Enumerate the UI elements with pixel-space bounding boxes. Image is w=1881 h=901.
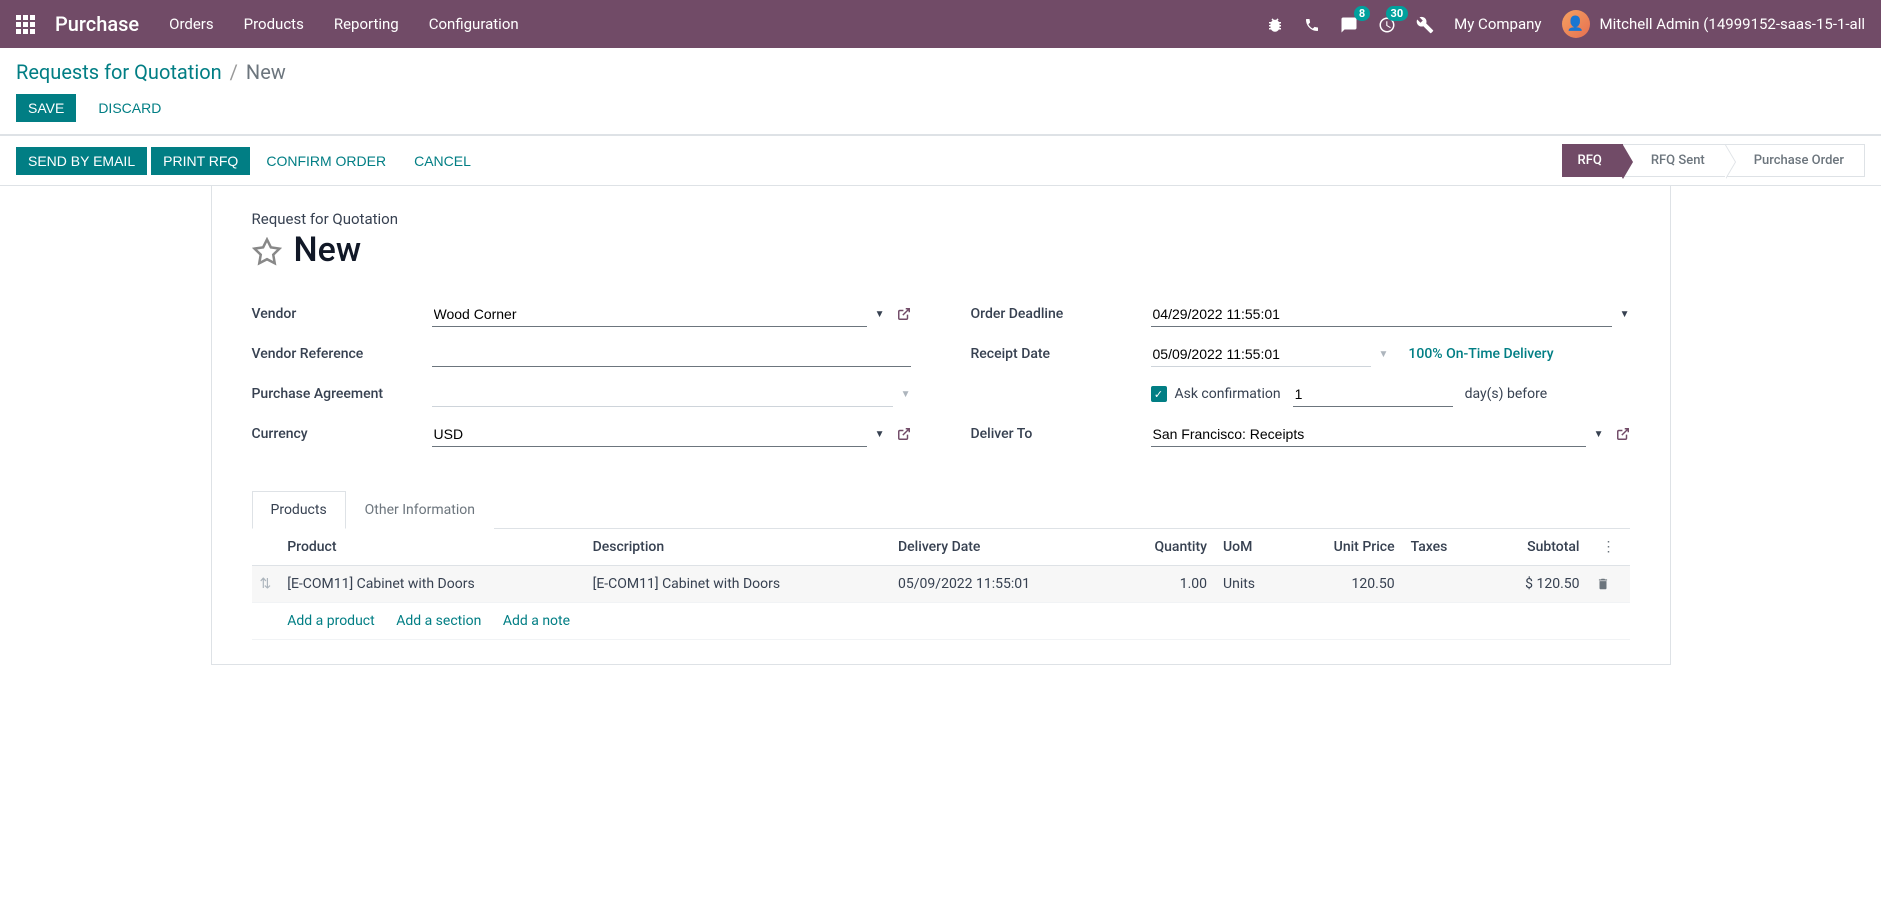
label-vendor: Vendor bbox=[252, 306, 432, 322]
send-by-email-button[interactable]: Send by Email bbox=[16, 147, 147, 175]
messaging-icon[interactable]: 8 bbox=[1340, 14, 1358, 34]
cell-quantity[interactable]: 1.00 bbox=[1112, 566, 1215, 603]
debug-icon[interactable] bbox=[1266, 14, 1284, 34]
cell-taxes[interactable] bbox=[1403, 566, 1482, 603]
chevron-down-icon[interactable]: ▼ bbox=[1379, 349, 1389, 360]
col-uom: UoM bbox=[1215, 529, 1287, 566]
user-menu[interactable]: 👤 Mitchell Admin (14999152-saas-15-1-all bbox=[1562, 10, 1866, 38]
apps-icon[interactable] bbox=[16, 15, 35, 34]
phone-icon[interactable] bbox=[1304, 15, 1320, 34]
status-rfq[interactable]: RFQ bbox=[1562, 144, 1623, 177]
delete-row-icon[interactable] bbox=[1596, 576, 1610, 592]
cell-product[interactable]: [E-COM11] Cabinet with Doors bbox=[279, 566, 584, 603]
chevron-down-icon[interactable]: ▼ bbox=[875, 429, 885, 440]
save-button[interactable]: Save bbox=[16, 94, 76, 122]
label-order-deadline: Order Deadline bbox=[971, 306, 1151, 322]
col-product: Product bbox=[279, 529, 584, 566]
record-title: New bbox=[294, 230, 362, 270]
breadcrumb: Requests for Quotation / New bbox=[16, 60, 1865, 84]
tab-products[interactable]: Products bbox=[252, 491, 346, 529]
chevron-down-icon[interactable]: ▼ bbox=[875, 309, 885, 320]
cell-uom[interactable]: Units bbox=[1215, 566, 1287, 603]
ask-confirmation-checkbox[interactable]: ✓ bbox=[1151, 386, 1167, 402]
label-vendor-ref: Vendor Reference bbox=[252, 346, 432, 362]
nav-configuration[interactable]: Configuration bbox=[429, 15, 519, 33]
status-rfq-sent[interactable]: RFQ Sent bbox=[1623, 144, 1726, 177]
vendor-ref-input[interactable] bbox=[432, 342, 911, 367]
external-link-icon[interactable] bbox=[1616, 426, 1630, 442]
cancel-button[interactable]: Cancel bbox=[402, 147, 483, 175]
nav-reporting[interactable]: Reporting bbox=[334, 15, 399, 33]
app-brand[interactable]: Purchase bbox=[55, 12, 139, 36]
order-deadline-input[interactable] bbox=[1151, 302, 1612, 327]
chevron-down-icon[interactable]: ▼ bbox=[1620, 309, 1630, 320]
company-selector[interactable]: My Company bbox=[1454, 15, 1541, 33]
confirmation-days-input[interactable] bbox=[1293, 382, 1453, 407]
drag-handle-icon[interactable]: ⇅ bbox=[260, 576, 272, 592]
nav-products[interactable]: Products bbox=[244, 15, 304, 33]
breadcrumb-parent[interactable]: Requests for Quotation bbox=[16, 60, 222, 84]
deliver-to-input[interactable] bbox=[1151, 422, 1586, 447]
ask-confirmation-label: Ask confirmation bbox=[1175, 386, 1281, 402]
chevron-down-icon[interactable]: ▼ bbox=[901, 389, 911, 400]
cell-subtotal: $ 120.50 bbox=[1482, 566, 1588, 603]
col-description: Description bbox=[585, 529, 890, 566]
add-section-link[interactable]: Add a section bbox=[396, 613, 481, 629]
cell-description[interactable]: [E-COM11] Cabinet with Doors bbox=[585, 566, 890, 603]
print-rfq-button[interactable]: Print RFQ bbox=[151, 147, 250, 175]
col-delivery-date: Delivery Date bbox=[890, 529, 1112, 566]
activity-icon[interactable]: 30 bbox=[1378, 14, 1396, 34]
breadcrumb-current: New bbox=[246, 60, 286, 84]
external-link-icon[interactable] bbox=[897, 426, 911, 442]
col-taxes: Taxes bbox=[1403, 529, 1482, 566]
priority-star-icon[interactable] bbox=[252, 233, 282, 268]
col-unit-price: Unit Price bbox=[1287, 529, 1402, 566]
vendor-input[interactable] bbox=[432, 302, 867, 327]
table-row[interactable]: ⇅ [E-COM11] Cabinet with Doors [E-COM11]… bbox=[252, 566, 1630, 603]
tab-other-information[interactable]: Other Information bbox=[346, 491, 494, 529]
nav-orders[interactable]: Orders bbox=[169, 15, 214, 33]
messaging-badge: 8 bbox=[1354, 6, 1370, 21]
currency-input[interactable] bbox=[432, 422, 867, 447]
receipt-date-input[interactable] bbox=[1151, 342, 1371, 367]
title-label: Request for Quotation bbox=[252, 210, 1630, 228]
discard-button[interactable]: Discard bbox=[86, 94, 173, 122]
tools-icon[interactable] bbox=[1416, 14, 1434, 34]
chevron-down-icon[interactable]: ▼ bbox=[1594, 429, 1604, 440]
add-product-link[interactable]: Add a product bbox=[287, 613, 374, 629]
days-before-label: day(s) before bbox=[1465, 386, 1548, 402]
add-note-link[interactable]: Add a note bbox=[503, 613, 570, 629]
label-receipt-date: Receipt Date bbox=[971, 346, 1151, 362]
activity-badge: 30 bbox=[1386, 6, 1409, 21]
columns-menu-icon[interactable]: ⋮ bbox=[1596, 539, 1622, 555]
user-name: Mitchell Admin (14999152-saas-15-1-all bbox=[1600, 15, 1866, 33]
confirm-order-button[interactable]: Confirm Order bbox=[254, 147, 398, 175]
label-purchase-agreement: Purchase Agreement bbox=[252, 386, 432, 402]
label-deliver-to: Deliver To bbox=[971, 426, 1151, 442]
label-currency: Currency bbox=[252, 426, 432, 442]
ontime-delivery-link[interactable]: 100% On-Time Delivery bbox=[1408, 346, 1553, 362]
cell-delivery-date[interactable]: 05/09/2022 11:55:01 bbox=[890, 566, 1112, 603]
col-quantity: Quantity bbox=[1112, 529, 1215, 566]
col-subtotal: Subtotal bbox=[1482, 529, 1588, 566]
avatar: 👤 bbox=[1562, 10, 1590, 38]
cell-unit-price[interactable]: 120.50 bbox=[1287, 566, 1402, 603]
purchase-agreement-input[interactable] bbox=[432, 382, 893, 407]
external-link-icon[interactable] bbox=[897, 306, 911, 322]
status-purchase-order[interactable]: Purchase Order bbox=[1726, 144, 1865, 177]
